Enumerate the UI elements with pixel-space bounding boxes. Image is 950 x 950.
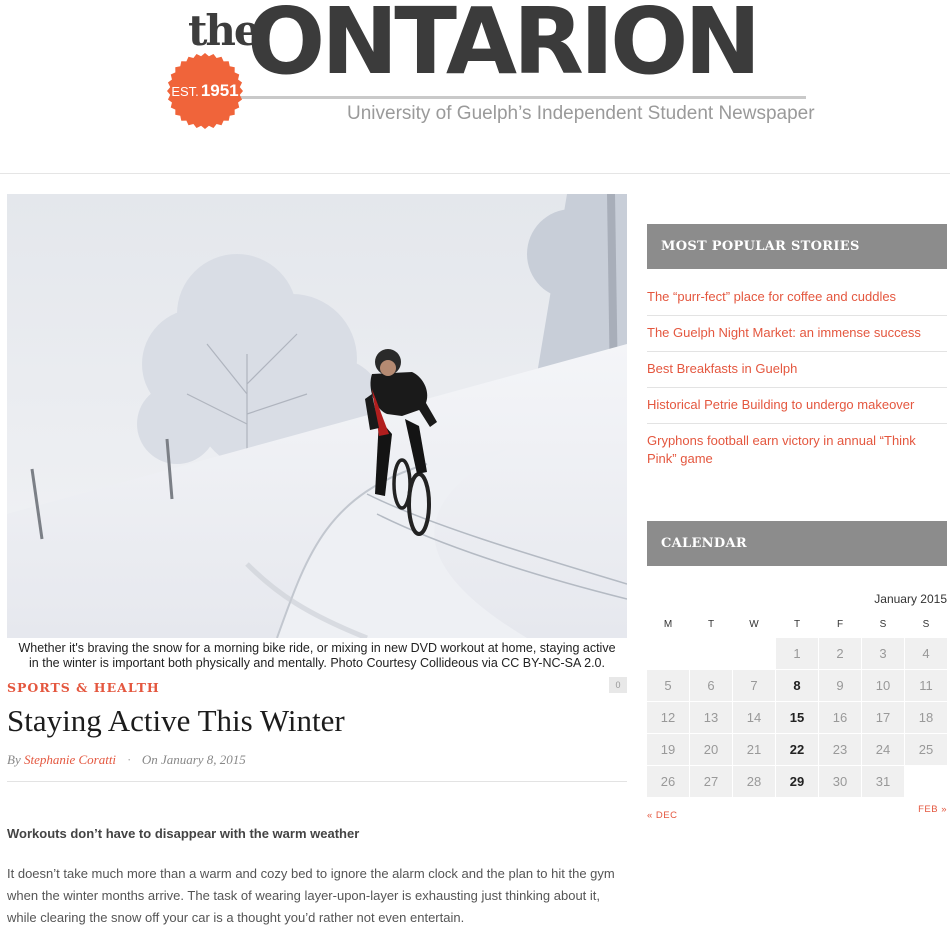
article-title: Staying Active This Winter — [7, 703, 345, 738]
calendar-day-link[interactable]: 22 — [776, 734, 818, 765]
calendar-day: 6 — [690, 670, 732, 701]
logo-wordmark: ONTARION — [247, 0, 761, 95]
calendar-day: 21 — [733, 734, 775, 765]
article-subheading: Workouts don’t have to disappear with th… — [7, 826, 360, 841]
calendar-empty-cell — [905, 766, 947, 797]
byline-separator: · — [127, 752, 131, 767]
calendar-week-row: 1234 — [647, 638, 947, 669]
popular-story-link[interactable]: Gryphons football earn victory in annual… — [647, 424, 947, 477]
calendar-empty-cell — [690, 638, 732, 669]
article: Whether it's braving the snow for a morn… — [7, 194, 627, 929]
calendar-day: 18 — [905, 702, 947, 733]
calendar-weekday-header: F — [836, 618, 844, 630]
calendar-week-row: 12 13 14 15 16 17 18 — [647, 702, 947, 733]
calendar-table: MTWTFSS 1 2 3 4 5 6 7 8 9 10 11 12 13 14 15 16 17 18 19 20 2… — [646, 610, 948, 798]
calendar-empty-cell — [733, 638, 775, 669]
calendar-day: 2 — [819, 638, 861, 669]
comment-count-badge[interactable]: 0 — [609, 677, 627, 693]
calendar-day: 3 — [862, 638, 904, 669]
calendar-day: 1 — [776, 638, 818, 669]
popular-stories-list: The “purr-fect” place for coffee and cud… — [647, 280, 947, 477]
calendar-day-link[interactable]: 29 — [776, 766, 818, 797]
logo-tagline: University of Guelph’s Independent Stude… — [347, 103, 815, 124]
sidebar: MOST POPULAR STORIES The “purr-fect” pla… — [647, 224, 947, 821]
badge-year: 1951 — [200, 81, 239, 100]
calendar-day: 31 — [862, 766, 904, 797]
calendar-weekday-header: S — [922, 618, 930, 630]
calendar-day: 5 — [647, 670, 689, 701]
calendar-day: 25 — [905, 734, 947, 765]
badge-est: EST. — [171, 83, 199, 99]
calendar-next-month-link[interactable]: FEB » — [918, 804, 947, 815]
calendar-week-row: 5 6 7 8 9 10 11 — [647, 670, 947, 701]
calendar-day: 7 — [733, 670, 775, 701]
calendar-day-link[interactable]: 15 — [776, 702, 818, 733]
calendar-weekday-header: M — [663, 618, 673, 630]
image-caption: Whether it's braving the snow for a morn… — [18, 641, 616, 670]
calendar-day: 17 — [862, 702, 904, 733]
category-row: SPORTS & HEALTH 0 — [7, 677, 627, 701]
featured-image — [7, 194, 627, 638]
publish-date: On January 8, 2015 — [141, 752, 246, 767]
calendar-day: 30 — [819, 766, 861, 797]
calendar-heading: CALENDAR — [647, 521, 947, 566]
calendar-day: 16 — [819, 702, 861, 733]
author-link[interactable]: Stephanie Coratti — [24, 752, 116, 767]
byline: By Stephanie Coratti · On January 8, 201… — [7, 752, 627, 782]
calendar-weekday-header: S — [879, 618, 887, 630]
calendar-day: 26 — [647, 766, 689, 797]
calendar-day: 12 — [647, 702, 689, 733]
category-link[interactable]: SPORTS & HEALTH — [7, 680, 160, 695]
calendar-day: 19 — [647, 734, 689, 765]
calendar-day: 13 — [690, 702, 732, 733]
calendar-day: 11 — [905, 670, 947, 701]
calendar-week-row: 19 20 21 22 23 24 25 — [647, 734, 947, 765]
article-body-paragraph: It doesn’t take much more than a warm an… — [7, 866, 615, 925]
popular-story-link[interactable]: Best Breakfasts in Guelph — [647, 352, 947, 388]
calendar-day: 28 — [733, 766, 775, 797]
calendar-day: 20 — [690, 734, 732, 765]
calendar-prev-month-link[interactable]: « DEC — [647, 810, 677, 821]
popular-story-link[interactable]: Historical Petrie Building to undergo ma… — [647, 388, 947, 424]
byline-prefix: By — [7, 752, 21, 767]
popular-stories-heading: MOST POPULAR STORIES — [647, 224, 947, 269]
calendar-day: 27 — [690, 766, 732, 797]
calendar-day: 14 — [733, 702, 775, 733]
calendar-weekday-header: T — [793, 618, 801, 630]
popular-story-link[interactable]: The Guelph Night Market: an immense succ… — [647, 316, 947, 352]
calendar-weekday-header: W — [749, 618, 759, 630]
calendar-empty-cell — [647, 638, 689, 669]
calendar-month-caption: January 2015 — [874, 592, 947, 606]
logo-rule — [240, 96, 806, 99]
masthead: the ONTARION University of Guelph’s Inde… — [0, 0, 950, 174]
calendar-weekday-header: T — [707, 618, 715, 630]
calendar-widget: CALENDAR January 2015 MTWTFSS 1234567891… — [647, 521, 947, 824]
calendar-day: 9 — [819, 670, 861, 701]
calendar-day: 4 — [905, 638, 947, 669]
calendar-day-link[interactable]: 8 — [776, 670, 818, 701]
calendar-nav: « DEC FEB » — [647, 804, 947, 824]
popular-story-link[interactable]: The “purr-fect” place for coffee and cud… — [647, 280, 947, 316]
calendar-day: 24 — [862, 734, 904, 765]
calendar-week-row: 26 27 28 29 30 31 — [647, 766, 947, 797]
established-badge: EST. 1951 — [166, 52, 244, 130]
calendar-day: 23 — [819, 734, 861, 765]
calendar-day: 10 — [862, 670, 904, 701]
